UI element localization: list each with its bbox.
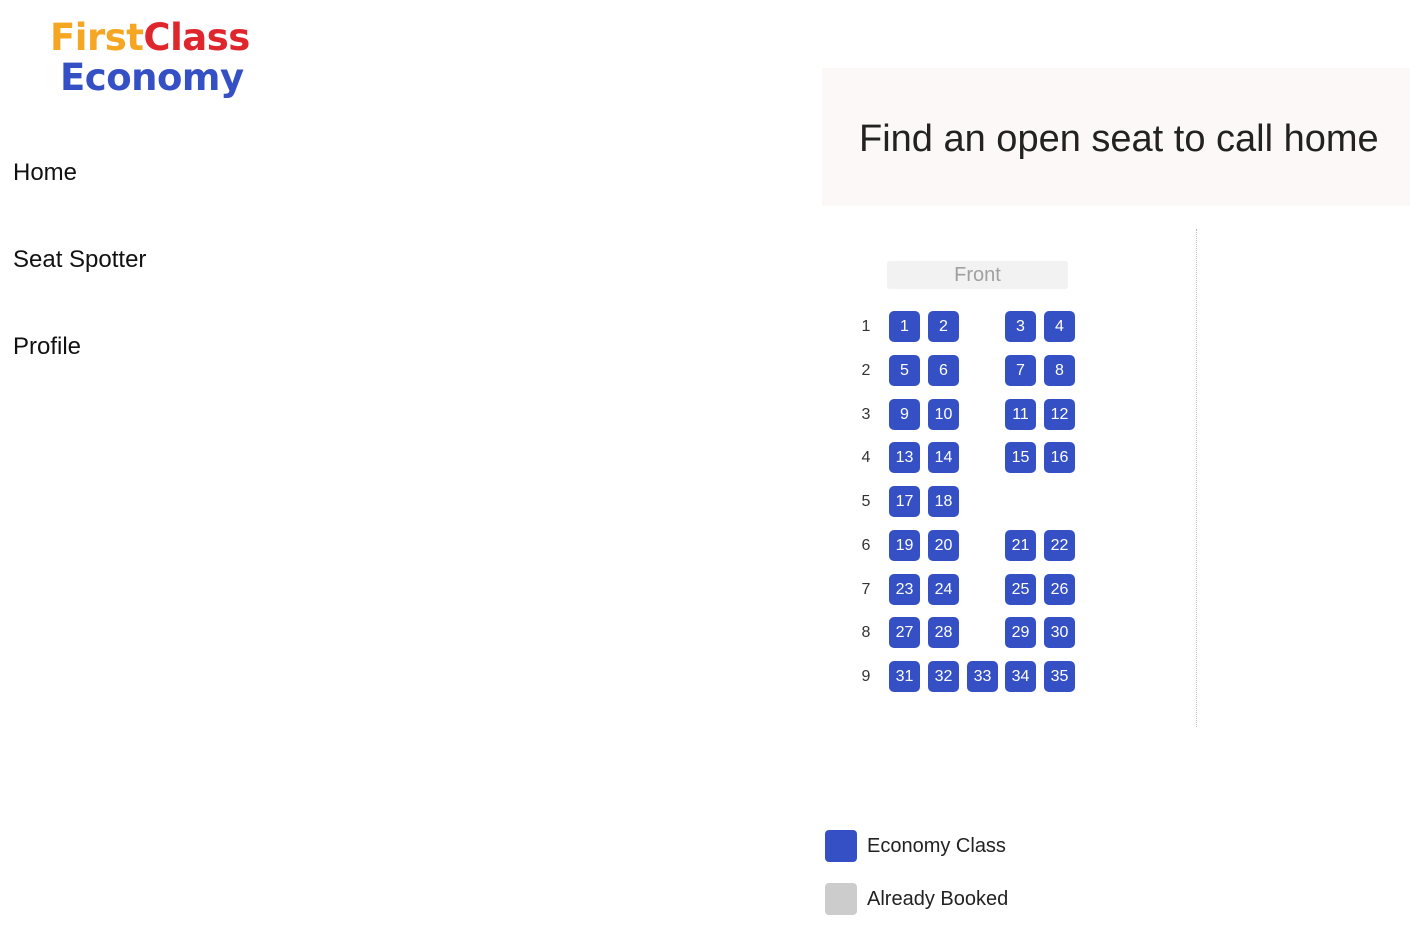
nav-item-home[interactable]: Home bbox=[13, 155, 146, 191]
seat-button-26[interactable]: 26 bbox=[1044, 574, 1075, 605]
row-label: 6 bbox=[861, 537, 871, 554]
legend-swatch-economy bbox=[825, 830, 857, 862]
logo-class-text: Class bbox=[143, 16, 250, 59]
logo-economy-text: Economy bbox=[60, 56, 244, 99]
seat-button-17[interactable]: 17 bbox=[889, 486, 920, 517]
seat-button-35[interactable]: 35 bbox=[1044, 661, 1075, 692]
seat-button-5[interactable]: 5 bbox=[889, 355, 920, 386]
seat-button-24[interactable]: 24 bbox=[928, 574, 959, 605]
seat-button-33[interactable]: 33 bbox=[967, 661, 998, 692]
seat-button-19[interactable]: 19 bbox=[889, 530, 920, 561]
row-label: 9 bbox=[861, 668, 871, 685]
seat-button-20[interactable]: 20 bbox=[928, 530, 959, 561]
nav-item-profile[interactable]: Profile bbox=[13, 329, 146, 365]
seat-button-29[interactable]: 29 bbox=[1005, 617, 1036, 648]
row-label: 5 bbox=[861, 493, 871, 510]
seat-button-8[interactable]: 8 bbox=[1044, 355, 1075, 386]
hero-banner: Find an open seat to call home bbox=[822, 68, 1410, 206]
seat-button-2[interactable]: 2 bbox=[928, 311, 959, 342]
row-label: 1 bbox=[861, 318, 871, 335]
row-label: 3 bbox=[861, 406, 871, 423]
seat-button-25[interactable]: 25 bbox=[1005, 574, 1036, 605]
seat-button-22[interactable]: 22 bbox=[1044, 530, 1075, 561]
seat-button-32[interactable]: 32 bbox=[928, 661, 959, 692]
logo-first-text: First bbox=[50, 16, 144, 59]
seat-button-10[interactable]: 10 bbox=[928, 399, 959, 430]
seat-button-16[interactable]: 16 bbox=[1044, 442, 1075, 473]
seat-button-28[interactable]: 28 bbox=[928, 617, 959, 648]
seat-button-27[interactable]: 27 bbox=[889, 617, 920, 648]
seat-button-23[interactable]: 23 bbox=[889, 574, 920, 605]
seat-button-3[interactable]: 3 bbox=[1005, 311, 1036, 342]
divider bbox=[1196, 229, 1197, 727]
nav-item-seat-spotter[interactable]: Seat Spotter bbox=[13, 242, 146, 278]
row-label: 4 bbox=[861, 449, 871, 466]
row-label: 7 bbox=[861, 581, 871, 598]
seat-button-15[interactable]: 15 bbox=[1005, 442, 1036, 473]
row-label: 8 bbox=[861, 624, 871, 641]
logo[interactable]: FirstClass Economy bbox=[50, 18, 260, 104]
seat-button-14[interactable]: 14 bbox=[928, 442, 959, 473]
seat-button-12[interactable]: 12 bbox=[1044, 399, 1075, 430]
seat-button-7[interactable]: 7 bbox=[1005, 355, 1036, 386]
main-nav: Home Seat Spotter Profile bbox=[13, 155, 146, 416]
page-title: Find an open seat to call home bbox=[859, 118, 1379, 160]
legend-swatch-booked bbox=[825, 883, 857, 915]
legend-label-economy: Economy Class bbox=[867, 835, 1006, 857]
seat-button-21[interactable]: 21 bbox=[1005, 530, 1036, 561]
seat-button-1[interactable]: 1 bbox=[889, 311, 920, 342]
seat-button-4[interactable]: 4 bbox=[1044, 311, 1075, 342]
seat-button-13[interactable]: 13 bbox=[889, 442, 920, 473]
seat-button-9[interactable]: 9 bbox=[889, 399, 920, 430]
seat-button-34[interactable]: 34 bbox=[1005, 661, 1036, 692]
logo-line-1: FirstClass bbox=[50, 18, 260, 58]
seat-button-11[interactable]: 11 bbox=[1005, 399, 1036, 430]
seat-button-18[interactable]: 18 bbox=[928, 486, 959, 517]
row-label: 2 bbox=[861, 362, 871, 379]
seat-button-30[interactable]: 30 bbox=[1044, 617, 1075, 648]
front-indicator: Front bbox=[887, 261, 1068, 289]
legend-label-booked: Already Booked bbox=[867, 888, 1009, 910]
seat-button-31[interactable]: 31 bbox=[889, 661, 920, 692]
seat-button-6[interactable]: 6 bbox=[928, 355, 959, 386]
